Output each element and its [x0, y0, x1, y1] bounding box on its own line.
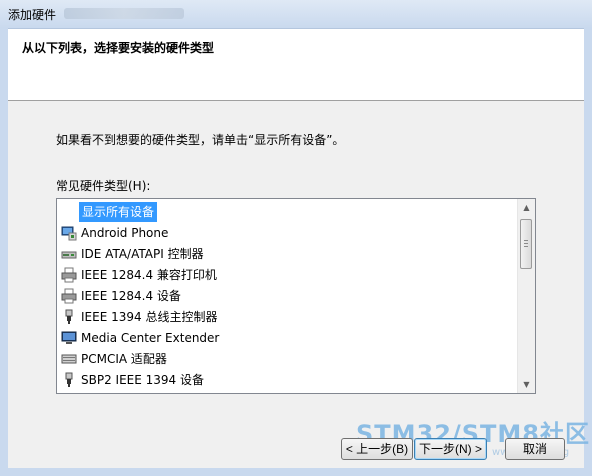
hardware-type-list[interactable]: 显示所有设备 Android Phone IDE ATA/ATAPI 控制器 I… — [56, 198, 536, 394]
back-button[interactable]: < 上一步(B) — [341, 438, 413, 460]
list-item-label: SBP2 IEEE 1394 设备 — [81, 373, 204, 387]
wizard-header: 从以下列表，选择要安装的硬件类型 — [8, 29, 584, 101]
usb-plug-icon — [65, 309, 73, 324]
wizard-heading: 从以下列表，选择要安装的硬件类型 — [22, 41, 215, 55]
list-item-label: IEEE 1284.4 设备 — [81, 289, 181, 303]
window-title: 添加硬件 — [8, 8, 57, 22]
drive-controller-icon — [61, 251, 77, 259]
pcmcia-card-icon — [61, 354, 77, 364]
list-item-label: Media Center Extender — [81, 331, 220, 345]
printer-icon — [61, 267, 77, 283]
instruction-text: 如果看不到想要的硬件类型，请单击“显示所有设备”。 — [56, 133, 345, 147]
monitor-device-icon — [61, 226, 77, 241]
blurred-title-text — [64, 8, 184, 19]
hardware-list-label: 常见硬件类型(H): — [56, 179, 151, 193]
list-item-label: PCMCIA 适配器 — [81, 352, 167, 366]
list-item-label: IEEE 1284.4 兼容打印机 — [81, 268, 217, 282]
list-item-label: IEEE 1394 总线主控制器 — [81, 310, 218, 324]
next-button[interactable]: 下一步(N) > — [414, 438, 487, 460]
list-item-label: 显示所有设备 — [79, 202, 158, 222]
scroll-down-arrow-icon[interactable]: ▼ — [518, 376, 535, 393]
monitor-icon — [61, 331, 77, 344]
scroll-up-arrow-icon[interactable]: ▲ — [518, 199, 535, 216]
list-item-label: Android Phone — [81, 226, 169, 240]
vertical-scrollbar[interactable]: ▲ ▼ — [517, 199, 535, 393]
printer-icon — [61, 288, 77, 304]
usb-plug-icon — [65, 372, 73, 387]
scroll-thumb[interactable] — [520, 219, 532, 269]
window-frame-bottom — [0, 468, 592, 476]
window-frame-right — [584, 28, 592, 476]
list-item-label: IDE ATA/ATAPI 控制器 — [81, 247, 204, 261]
title-bar[interactable]: 添加硬件 — [0, 0, 592, 29]
cancel-button[interactable]: 取消 — [505, 438, 565, 460]
window-frame-left — [0, 28, 8, 476]
